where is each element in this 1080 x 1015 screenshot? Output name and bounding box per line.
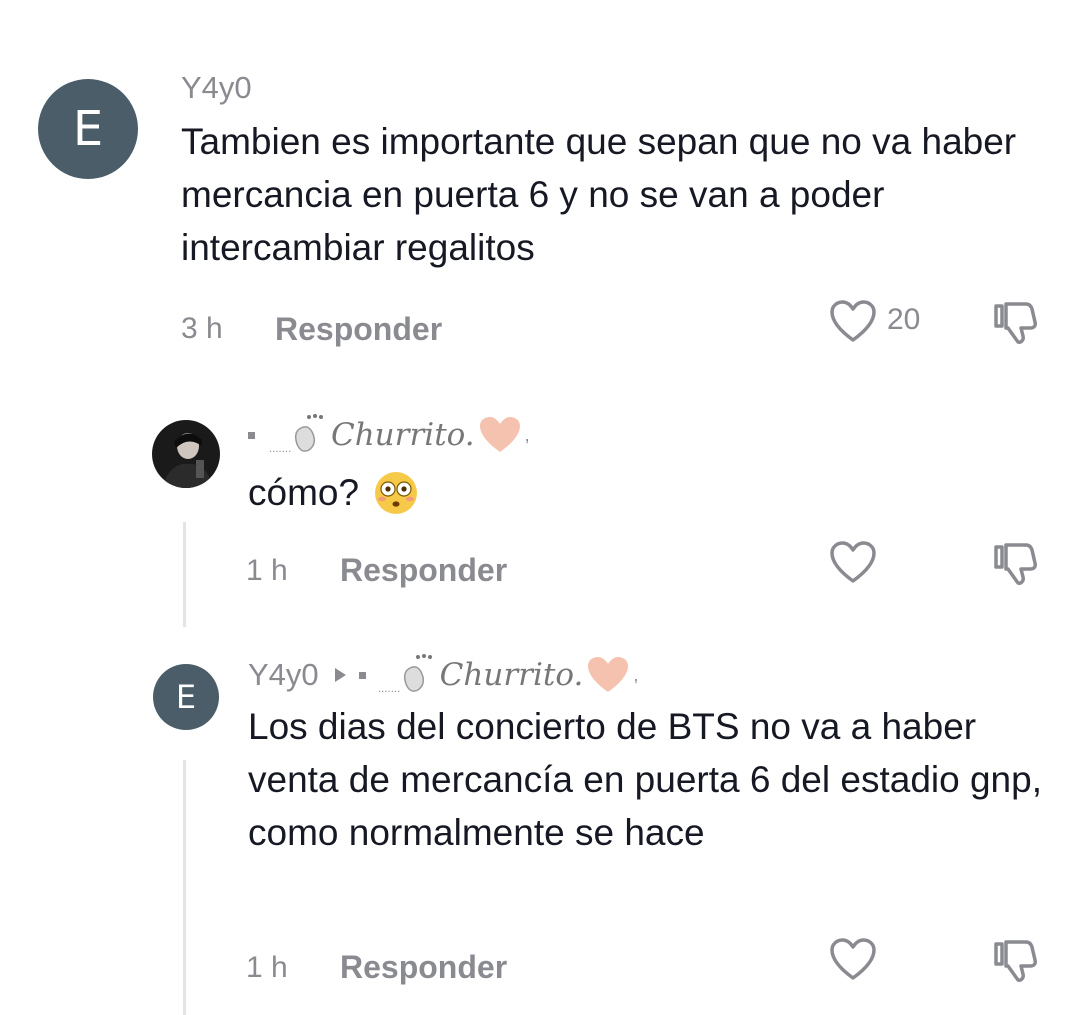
- thumbs-down-icon[interactable]: [992, 936, 1040, 984]
- comment-text: Los dias del concierto de BTS no va a ha…: [248, 706, 1042, 853]
- reply-button[interactable]: Responder: [340, 949, 507, 986]
- thread-line: [183, 760, 186, 1015]
- cat-sticker-icon: .......: [269, 414, 323, 455]
- like-count: 20: [887, 303, 921, 336]
- comment-time: 1 h: [246, 951, 288, 984]
- comment-username[interactable]: Churrito.: [331, 417, 475, 453]
- separator-comma: ,: [633, 664, 639, 685]
- reply-button[interactable]: Responder: [340, 552, 507, 589]
- thread-line: [183, 522, 186, 627]
- pink-heart-emoji: [588, 657, 629, 692]
- reply-button[interactable]: Responder: [275, 311, 442, 348]
- pink-heart-emoji: [479, 417, 520, 452]
- thumbs-down-icon[interactable]: [992, 539, 1040, 587]
- comment-time: 3 h: [181, 312, 223, 345]
- svg-text:.......: .......: [378, 684, 400, 695]
- heart-outline-icon[interactable]: [829, 938, 877, 982]
- separator-dot: [248, 431, 255, 439]
- comment-time: 1 h: [246, 554, 288, 587]
- svg-text:.......: .......: [269, 444, 291, 455]
- avatar[interactable]: E: [153, 664, 219, 730]
- thumbs-down-icon[interactable]: [992, 298, 1040, 346]
- avatar[interactable]: E: [38, 79, 138, 179]
- comment-text: cómo?: [248, 472, 360, 513]
- heart-outline-icon[interactable]: [829, 541, 877, 585]
- comment-username-row: ....... Churrito. ,: [248, 414, 530, 456]
- avatar-letter: E: [72, 101, 104, 157]
- comment-username[interactable]: Y4y0: [181, 70, 252, 106]
- separator-comma: ,: [524, 424, 530, 445]
- reply-to-username[interactable]: Churrito.: [440, 657, 584, 693]
- flushed-face-emoji: [375, 471, 418, 514]
- comment-text-row: cómo?: [248, 466, 419, 519]
- cat-sticker-icon: .......: [378, 654, 432, 695]
- comment-username[interactable]: Y4y0: [248, 657, 319, 693]
- comment-username-row: Y4y0 ....... Churrito. ,: [248, 654, 638, 696]
- heart-outline-icon[interactable]: [829, 300, 877, 344]
- avatar-letter: E: [175, 678, 197, 716]
- comment-text: Tambien es importante que sepan que no v…: [181, 121, 1017, 268]
- triangle-right-icon: [334, 668, 346, 682]
- separator-dot: [358, 671, 366, 679]
- avatar[interactable]: [152, 420, 220, 488]
